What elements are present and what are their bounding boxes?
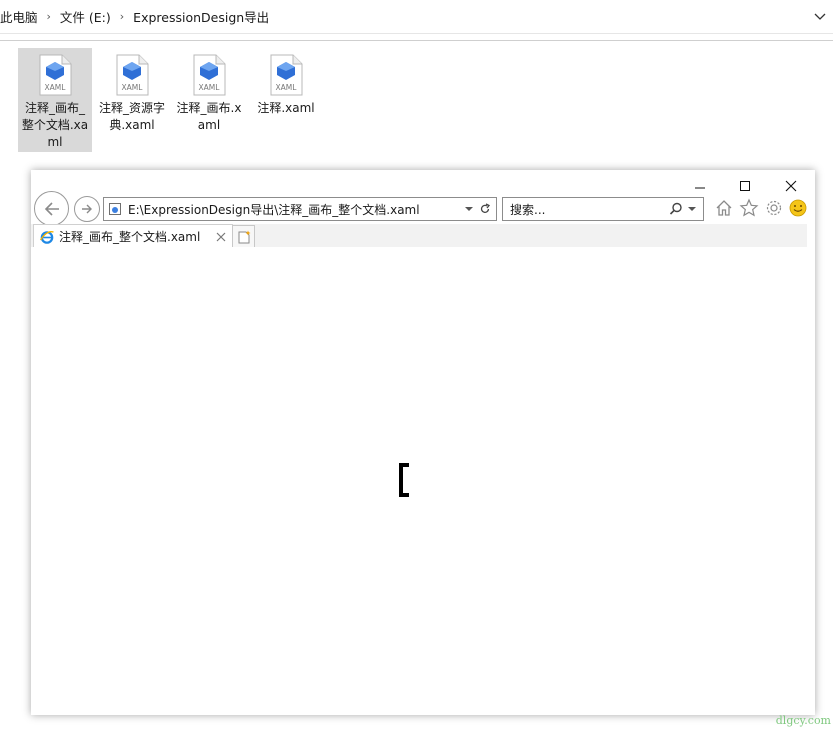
smiley-icon[interactable] xyxy=(788,198,808,218)
search-box[interactable]: 搜索... xyxy=(502,197,704,221)
new-tab-button[interactable] xyxy=(232,225,255,248)
new-tab-icon xyxy=(238,230,250,243)
gear-icon[interactable] xyxy=(764,198,784,218)
file-item[interactable]: XAML 注释_资源字典.xaml xyxy=(95,48,169,152)
home-icon[interactable] xyxy=(714,198,734,218)
address-dropdown-icon[interactable] xyxy=(464,204,474,214)
close-icon xyxy=(785,180,797,192)
ie-window: E:\ExpressionDesign导出\注释_画布_整个文档.xaml 搜索… xyxy=(31,170,815,715)
xaml-file-icon: XAML xyxy=(270,54,303,96)
maximize-icon xyxy=(740,181,750,191)
file-name: 注释_画布_整个文档.xaml xyxy=(21,101,89,149)
svg-text:XAML: XAML xyxy=(276,83,298,92)
svg-text:XAML: XAML xyxy=(199,83,221,92)
file-name: 注释_画布.xaml xyxy=(176,101,242,132)
search-icon[interactable] xyxy=(669,202,683,216)
watermark: dlgcy.com xyxy=(775,714,831,727)
back-arrow-icon xyxy=(44,201,59,216)
xaml-file-icon: XAML xyxy=(193,54,226,96)
xaml-file-icon: XAML xyxy=(39,54,72,96)
close-button[interactable] xyxy=(776,176,806,196)
xaml-file-icon: XAML xyxy=(116,54,149,96)
page-content: [ xyxy=(31,247,815,715)
tab-strip: 注释_画布_整个文档.xaml xyxy=(31,224,807,248)
file-item[interactable]: XAML 注释_画布.xaml xyxy=(172,48,246,152)
tab-document[interactable]: 注释_画布_整个文档.xaml xyxy=(33,224,233,248)
forward-arrow-icon xyxy=(82,204,92,214)
file-name: 注释_资源字典.xaml xyxy=(98,101,165,132)
explorer-divider xyxy=(0,40,833,41)
forward-button[interactable] xyxy=(74,196,100,222)
breadcrumb-chevron-icon: › xyxy=(46,10,51,23)
star-icon[interactable] xyxy=(739,198,759,218)
breadcrumb-folder[interactable]: ExpressionDesign导出 xyxy=(133,7,269,26)
explorer-address-bar[interactable]: 此电脑 › 文件 (E:) › ExpressionDesign导出 xyxy=(0,0,833,34)
refresh-icon[interactable] xyxy=(479,203,491,215)
maximize-button[interactable] xyxy=(730,176,760,196)
page-icon xyxy=(109,203,121,215)
back-button[interactable] xyxy=(34,191,69,226)
file-item[interactable]: XAML 注释.xaml xyxy=(249,48,323,152)
address-text: E:\ExpressionDesign导出\注释_画布_整个文档.xaml xyxy=(128,202,420,217)
minimize-icon xyxy=(695,187,705,189)
chevron-down-icon[interactable] xyxy=(813,9,827,23)
search-placeholder: 搜索... xyxy=(510,202,546,217)
tab-title: 注释_画布_整个文档.xaml xyxy=(59,230,201,244)
file-item[interactable]: XAML 注释_画布_整个文档.xaml xyxy=(18,48,92,152)
minimize-button[interactable] xyxy=(685,176,715,196)
address-bar[interactable]: E:\ExpressionDesign导出\注释_画布_整个文档.xaml xyxy=(103,197,497,221)
search-dropdown-icon[interactable] xyxy=(687,204,697,214)
ie-logo-icon xyxy=(39,230,54,244)
file-name: 注释.xaml xyxy=(257,101,315,115)
content-bracket xyxy=(399,463,409,497)
svg-text:XAML: XAML xyxy=(122,83,144,92)
breadcrumb-this-pc[interactable]: 此电脑 xyxy=(0,7,38,26)
svg-text:XAML: XAML xyxy=(45,83,67,92)
breadcrumb-chevron-icon: › xyxy=(119,10,125,23)
tab-close-icon[interactable] xyxy=(216,232,226,242)
breadcrumb-drive-e[interactable]: 文件 (E:) xyxy=(60,7,111,26)
screen: 此电脑 › 文件 (E:) › ExpressionDesign导出 XAML … xyxy=(0,0,833,729)
